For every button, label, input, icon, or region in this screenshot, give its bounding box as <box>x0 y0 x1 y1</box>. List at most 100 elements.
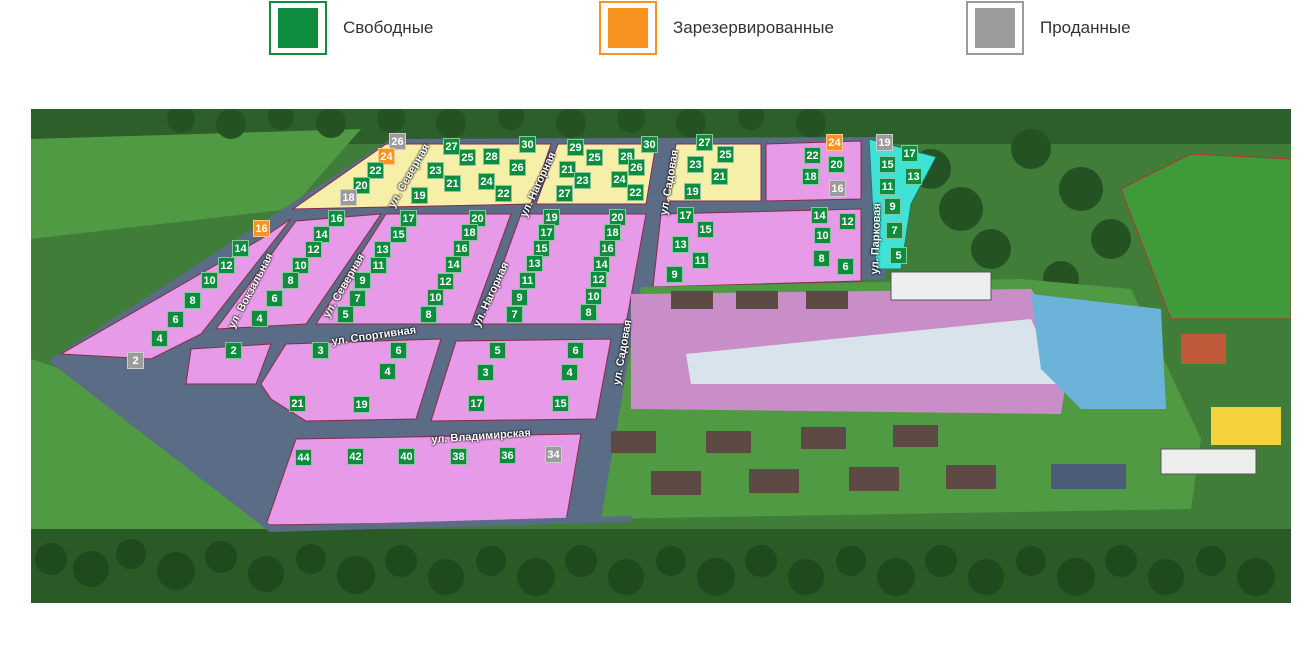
plot-marker-free[interactable]: 42 <box>347 448 364 465</box>
plot-marker-free[interactable]: 20 <box>828 156 845 173</box>
plot-marker-free[interactable]: 36 <box>499 447 516 464</box>
plot-marker-free[interactable]: 14 <box>232 240 249 257</box>
plot-marker-free[interactable]: 25 <box>459 149 476 166</box>
plot-marker-free[interactable]: 24 <box>611 171 628 188</box>
plot-marker-free[interactable]: 18 <box>604 224 621 241</box>
plot-marker-free[interactable]: 18 <box>802 168 819 185</box>
plot-marker-free[interactable]: 9 <box>884 198 901 215</box>
plot-marker-reserved[interactable]: 16 <box>253 220 270 237</box>
plot-marker-free[interactable]: 19 <box>353 396 370 413</box>
plot-marker-free[interactable]: 7 <box>349 290 366 307</box>
plot-marker-free[interactable]: 22 <box>627 184 644 201</box>
plot-marker-free[interactable]: 27 <box>556 185 573 202</box>
plot-marker-free[interactable]: 5 <box>337 306 354 323</box>
plot-marker-free[interactable]: 6 <box>167 311 184 328</box>
plot-marker-free[interactable]: 26 <box>509 159 526 176</box>
plot-marker-free[interactable]: 6 <box>567 342 584 359</box>
plot-marker-free[interactable]: 25 <box>586 149 603 166</box>
plot-marker-free[interactable]: 7 <box>886 222 903 239</box>
plot-marker-free[interactable]: 21 <box>289 395 306 412</box>
legend-item-reserved[interactable]: Зарезервированные <box>599 0 834 56</box>
plot-marker-free[interactable]: 30 <box>519 136 536 153</box>
plot-marker-free[interactable]: 29 <box>567 139 584 156</box>
plot-marker-free[interactable]: 10 <box>585 288 602 305</box>
plot-marker-free[interactable]: 3 <box>312 342 329 359</box>
plot-marker-sold[interactable]: 18 <box>340 189 357 206</box>
plot-marker-sold[interactable]: 16 <box>829 180 846 197</box>
plot-marker-free[interactable]: 6 <box>266 290 283 307</box>
plot-marker-free[interactable]: 22 <box>495 185 512 202</box>
plot-marker-free[interactable]: 44 <box>295 449 312 466</box>
plot-marker-free[interactable]: 21 <box>444 175 461 192</box>
plot-marker-free[interactable]: 17 <box>901 145 918 162</box>
plot-marker-free[interactable]: 15 <box>697 221 714 238</box>
plot-marker-free[interactable]: 8 <box>184 292 201 309</box>
plot-marker-free[interactable]: 15 <box>879 156 896 173</box>
plot-marker-free[interactable]: 5 <box>489 342 506 359</box>
plot-marker-free[interactable]: 19 <box>411 187 428 204</box>
plot-marker-free[interactable]: 19 <box>684 183 701 200</box>
plot-marker-free[interactable]: 7 <box>506 306 523 323</box>
plot-marker-free[interactable]: 17 <box>468 395 485 412</box>
plot-marker-free[interactable]: 11 <box>879 178 896 195</box>
plot-marker-free[interactable]: 18 <box>461 224 478 241</box>
legend-item-sold[interactable]: Проданные <box>966 0 1131 56</box>
plot-marker-free[interactable]: 16 <box>453 240 470 257</box>
plot-marker-free[interactable]: 6 <box>837 258 854 275</box>
plot-marker-free[interactable]: 13 <box>672 236 689 253</box>
plot-marker-free[interactable]: 8 <box>580 304 597 321</box>
plot-marker-free[interactable]: 12 <box>218 257 235 274</box>
plot-marker-free[interactable]: 28 <box>483 148 500 165</box>
plot-marker-free[interactable]: 38 <box>450 448 467 465</box>
plot-marker-free[interactable]: 12 <box>590 271 607 288</box>
plot-block-pink-8[interactable] <box>430 338 612 422</box>
plot-marker-free[interactable]: 4 <box>251 310 268 327</box>
plot-marker-free[interactable]: 6 <box>390 342 407 359</box>
plot-marker-free[interactable]: 23 <box>427 162 444 179</box>
plot-marker-free[interactable]: 25 <box>717 146 734 163</box>
plot-marker-free[interactable]: 9 <box>511 289 528 306</box>
plot-marker-free[interactable]: 8 <box>282 272 299 289</box>
plot-marker-free[interactable]: 12 <box>839 213 856 230</box>
plot-marker-free[interactable]: 4 <box>379 363 396 380</box>
plot-marker-free[interactable]: 13 <box>526 255 543 272</box>
plot-marker-free[interactable]: 15 <box>390 226 407 243</box>
plot-marker-free[interactable]: 5 <box>890 247 907 264</box>
plot-marker-free[interactable]: 10 <box>201 272 218 289</box>
plot-marker-free[interactable]: 4 <box>151 330 168 347</box>
plot-marker-free[interactable]: 17 <box>538 224 555 241</box>
plot-marker-free[interactable]: 16 <box>599 240 616 257</box>
plot-marker-free[interactable]: 3 <box>477 364 494 381</box>
plot-marker-free[interactable]: 8 <box>813 250 830 267</box>
plot-marker-free[interactable]: 4 <box>561 364 578 381</box>
plot-marker-free[interactable]: 16 <box>328 210 345 227</box>
plot-marker-free[interactable]: 17 <box>677 207 694 224</box>
plot-marker-free[interactable]: 11 <box>370 257 387 274</box>
plot-marker-free[interactable]: 11 <box>519 272 536 289</box>
plot-marker-free[interactable]: 21 <box>711 168 728 185</box>
plot-marker-free[interactable]: 23 <box>574 172 591 189</box>
plot-marker-free[interactable]: 26 <box>628 159 645 176</box>
plot-marker-reserved[interactable]: 24 <box>826 134 843 151</box>
plot-marker-free[interactable]: 12 <box>305 241 322 258</box>
plot-marker-free[interactable]: 17 <box>400 210 417 227</box>
plot-marker-free[interactable]: 13 <box>374 241 391 258</box>
plot-marker-free[interactable]: 14 <box>445 256 462 273</box>
plot-marker-free[interactable]: 30 <box>641 136 658 153</box>
plot-marker-free[interactable]: 2 <box>225 342 242 359</box>
plot-marker-sold[interactable]: 2 <box>127 352 144 369</box>
plot-marker-sold[interactable]: 19 <box>876 134 893 151</box>
plot-marker-free[interactable]: 24 <box>478 173 495 190</box>
plot-marker-free[interactable]: 11 <box>692 252 709 269</box>
plot-block-pink-9[interactable] <box>265 433 582 526</box>
plot-marker-free[interactable]: 23 <box>687 156 704 173</box>
plot-marker-free[interactable]: 8 <box>420 306 437 323</box>
plot-marker-free[interactable]: 27 <box>443 138 460 155</box>
plot-marker-free[interactable]: 15 <box>552 395 569 412</box>
plot-marker-free[interactable]: 27 <box>696 134 713 151</box>
plot-marker-free[interactable]: 10 <box>814 227 831 244</box>
plot-marker-free[interactable]: 22 <box>804 147 821 164</box>
plot-marker-free[interactable]: 14 <box>811 207 828 224</box>
site-map[interactable]: 26 24 22 20 18 27 25 23 21 19 28 26 24 22 30 29 25 21 27 23… <box>31 109 1291 603</box>
plot-marker-free[interactable]: 40 <box>398 448 415 465</box>
